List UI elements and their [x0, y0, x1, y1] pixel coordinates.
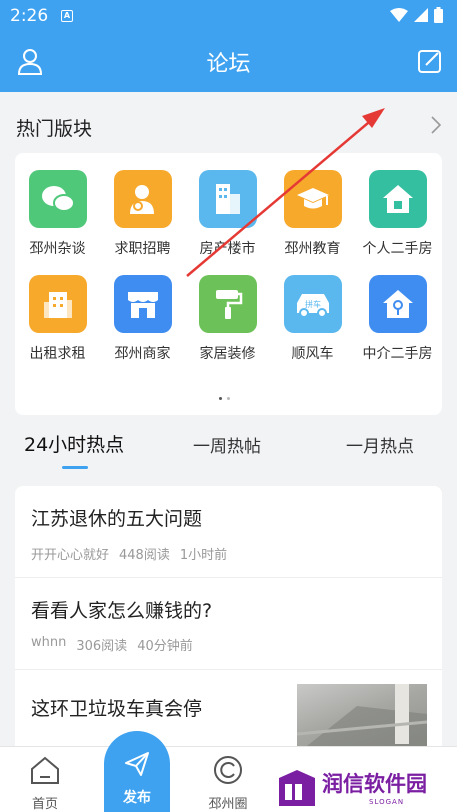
- battery-icon: [434, 7, 443, 23]
- post-time: 1小时前: [179, 548, 228, 563]
- watermark-slogan: SLOGAN: [369, 798, 405, 806]
- building-icon: [198, 170, 257, 228]
- board-merchants[interactable]: 邳州商家: [100, 275, 185, 363]
- graduation-cap-icon: [283, 170, 342, 228]
- job-seeker-icon: [113, 170, 172, 228]
- post-title: 这环卫垃圾车真会停: [31, 698, 203, 720]
- hot-boards-header[interactable]: 热门版块: [0, 92, 457, 154]
- watermark-logo: [279, 770, 315, 806]
- board-jobs[interactable]: 求职招聘: [100, 170, 185, 258]
- compose-post-icon[interactable]: [417, 48, 443, 78]
- board-label: 邳州教育: [284, 241, 341, 257]
- board-personal-secondhand[interactable]: 个人二手房: [355, 170, 440, 258]
- hot-boards-grid: 邳州杂谈 求职招聘 房产楼市 邳州教育 个人二手房 出租求租 邳州商家 家居装修…: [15, 153, 442, 415]
- board-label: 家居装修: [199, 346, 256, 362]
- wifi-icon: [390, 8, 408, 22]
- board-agency-secondhand[interactable]: 中介二手房: [355, 275, 440, 363]
- app-bar: 论坛: [0, 32, 457, 92]
- post-meta: whnn 306阅读 40分钟前: [31, 635, 193, 654]
- post-time: 40分钟前: [137, 639, 193, 654]
- hot-boards-title: 热门版块: [16, 118, 93, 140]
- page-dot: [219, 397, 222, 400]
- board-label: 出租求租: [29, 346, 86, 362]
- page-indicator: [219, 397, 230, 400]
- chat-bubbles-icon: [28, 170, 87, 228]
- board-real-estate[interactable]: 房产楼市: [185, 170, 270, 258]
- post-reads: 306阅读: [76, 639, 128, 654]
- page-title: 论坛: [206, 52, 251, 77]
- hot-tabs: 24小时热点 一周热帖 一月热点: [0, 420, 457, 472]
- board-home-decor[interactable]: 家居装修: [185, 275, 270, 363]
- board-label: 房产楼市: [199, 241, 256, 257]
- post-thumbnail[interactable]: [297, 684, 427, 754]
- board-label: 顺风车: [291, 346, 334, 362]
- status-time: 2:26: [10, 6, 49, 26]
- post-meta: 开开心心就好 448阅读 1小时前: [31, 544, 227, 563]
- active-tab-indicator: [62, 466, 88, 469]
- tab-weekly-hot[interactable]: 一周热帖: [193, 432, 261, 457]
- board-rental[interactable]: 出租求租: [15, 275, 100, 363]
- status-bar: 2:26 A: [0, 0, 457, 32]
- watermark: 润信软件园 SLOGAN: [277, 768, 447, 810]
- rental-building-icon: [28, 275, 87, 333]
- board-label: 中介二手房: [362, 346, 433, 362]
- post-list: 江苏退休的五大问题 开开心心就好 448阅读 1小时前 看看人家怎么赚钱的? w…: [15, 486, 442, 756]
- post-title: 看看人家怎么赚钱的?: [31, 600, 213, 622]
- status-icons: [390, 7, 443, 23]
- board-pizhou-chat[interactable]: 邳州杂谈: [15, 170, 100, 258]
- svg-text:拼车: 拼车: [305, 299, 321, 309]
- board-label: 邳州杂谈: [29, 241, 86, 257]
- home-icon: [31, 756, 59, 784]
- board-label: 求职招聘: [114, 241, 171, 257]
- page-dot: [227, 397, 230, 400]
- post-item[interactable]: 江苏退休的五大问题 开开心心就好 448阅读 1小时前: [15, 486, 442, 577]
- nav-label: 邳州圈: [208, 797, 248, 812]
- tab-24h-hot[interactable]: 24小时热点: [24, 430, 124, 457]
- post-reads: 448阅读: [119, 548, 170, 563]
- paper-plane-icon: [125, 752, 149, 776]
- house-key-icon: [368, 275, 427, 333]
- nav-label: 首页: [31, 797, 58, 812]
- post-author: 开开心心就好: [31, 548, 110, 563]
- publish-label: 发布: [123, 790, 151, 806]
- board-carpool[interactable]: 拼车 顺风车: [270, 275, 355, 363]
- board-education[interactable]: 邳州教育: [270, 170, 355, 258]
- chevron-right-icon[interactable]: [431, 116, 441, 134]
- board-label: 个人二手房: [362, 241, 433, 257]
- nav-circle[interactable]: 邳州圈: [198, 755, 258, 812]
- nav-home[interactable]: 首页: [15, 755, 75, 812]
- house-icon: [368, 170, 427, 228]
- status-notification-icon: A: [61, 10, 73, 22]
- post-title: 江苏退休的五大问题: [31, 508, 203, 530]
- publish-button[interactable]: 发布: [104, 731, 170, 812]
- post-item[interactable]: 看看人家怎么赚钱的? whnn 306阅读 40分钟前: [15, 578, 442, 669]
- board-label: 邳州商家: [114, 346, 171, 362]
- storefront-icon: [113, 275, 172, 333]
- post-author: whnn: [31, 635, 67, 650]
- paint-roller-icon: [198, 275, 257, 333]
- car-icon: 拼车: [283, 275, 342, 333]
- circle-icon: [214, 756, 242, 784]
- signal-icon: [414, 8, 428, 22]
- watermark-text: 润信软件园: [322, 772, 427, 796]
- tab-monthly-hot[interactable]: 一月热点: [346, 432, 414, 457]
